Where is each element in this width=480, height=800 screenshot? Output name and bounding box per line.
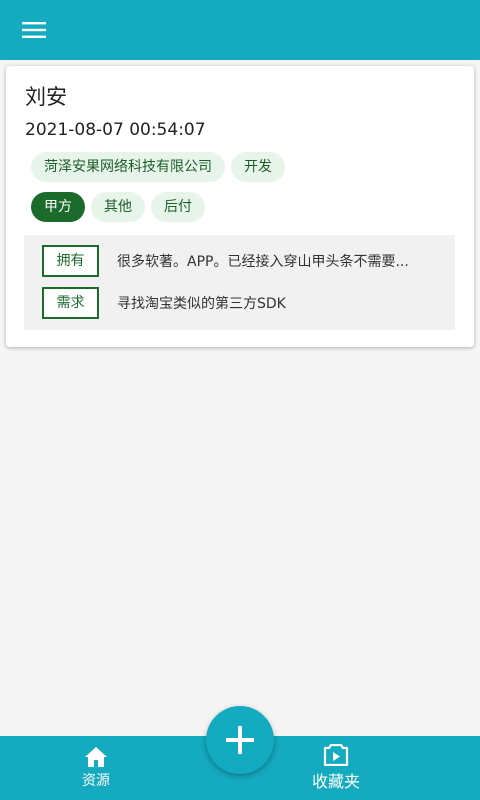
category-chip[interactable]: 开发: [231, 152, 285, 182]
have-row: 拥有 很多软著。APP。已经接入穿山甲头条不需要...: [42, 245, 427, 277]
home-icon: [85, 747, 107, 767]
nav-resources[interactable]: 资源: [36, 736, 156, 800]
company-tag-row: 菏泽安果网络科技有限公司 开发: [31, 152, 285, 182]
type-chip[interactable]: 其他: [91, 192, 145, 222]
menu-button[interactable]: [14, 12, 54, 48]
have-text: 很多软著。APP。已经接入穿山甲头条不需要...: [117, 254, 409, 270]
hamburger-menu-icon: [22, 22, 46, 38]
plus-icon: [226, 726, 254, 754]
status-tag-row: 甲方 其他 后付: [31, 192, 205, 222]
need-text: 寻找淘宝类似的第三方SDK: [117, 296, 286, 312]
nav-favorites[interactable]: 收藏夹: [276, 736, 396, 800]
nav-favorites-label: 收藏夹: [311, 772, 360, 791]
contact-name: 刘安: [25, 85, 67, 109]
top-app-bar: [0, 0, 480, 60]
nav-resources-label: 资源: [82, 773, 110, 789]
need-row: 需求 寻找淘宝类似的第三方SDK: [42, 287, 427, 319]
have-label: 拥有: [42, 245, 99, 277]
role-chip[interactable]: 甲方: [31, 192, 85, 222]
payment-chip[interactable]: 后付: [151, 192, 205, 222]
post-timestamp: 2021-08-07 00:54:07: [25, 120, 206, 140]
offer-need-panel: 拥有 很多软著。APP。已经接入穿山甲头条不需要... 需求 寻找淘宝类似的第三…: [24, 235, 455, 330]
company-chip[interactable]: 菏泽安果网络科技有限公司: [31, 152, 225, 182]
add-button[interactable]: [206, 706, 274, 774]
resource-card[interactable]: 刘安 2021-08-07 00:54:07 菏泽安果网络科技有限公司 开发 甲…: [6, 66, 474, 347]
video-folder-icon: [323, 744, 349, 766]
need-label: 需求: [42, 287, 99, 319]
